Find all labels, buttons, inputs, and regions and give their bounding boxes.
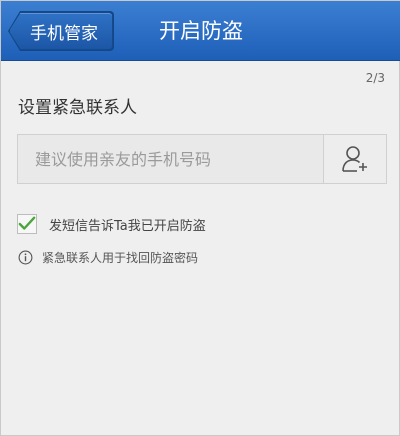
info-icon bbox=[18, 250, 33, 265]
sms-notify-checkbox[interactable] bbox=[17, 214, 37, 234]
app-screen: 手机管家 开启防盗 2/3 设置紧急联系人 发短信告诉Ta我已开启防盗 bbox=[0, 0, 400, 436]
page-title-container: 开启防盗 bbox=[1, 1, 400, 61]
header-bar: 手机管家 开启防盗 bbox=[1, 1, 400, 61]
sms-notify-option[interactable]: 发短信告诉Ta我已开启防盗 bbox=[17, 214, 206, 234]
step-indicator: 2/3 bbox=[365, 71, 385, 85]
info-note: 紧急联系人用于找回防盗密码 bbox=[18, 249, 198, 266]
info-note-text: 紧急联系人用于找回防盗密码 bbox=[42, 251, 199, 265]
checkmark-icon bbox=[18, 216, 36, 230]
sms-notify-label: 发短信告诉Ta我已开启防盗 bbox=[49, 218, 206, 234]
section-title: 设置紧急联系人 bbox=[18, 98, 137, 118]
page-title: 开启防盗 bbox=[159, 19, 243, 43]
add-contact-button[interactable] bbox=[323, 135, 386, 183]
phone-input-row bbox=[17, 134, 387, 184]
add-contact-icon bbox=[342, 146, 367, 172]
phone-number-input[interactable] bbox=[18, 135, 323, 183]
